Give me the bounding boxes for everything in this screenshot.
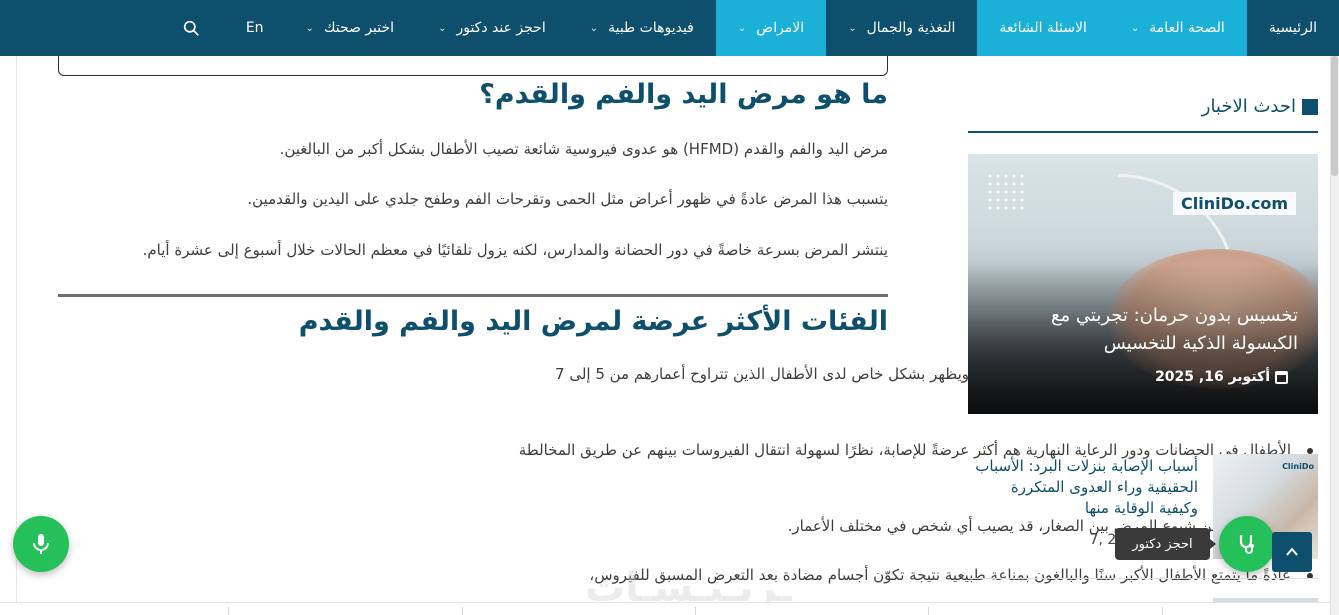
nav-item-medical-videos[interactable]: فيديوهات طبية ⌄: [568, 0, 716, 56]
sidebar-title-text: احدث الاخبار: [1201, 96, 1296, 117]
nav-item-test-health[interactable]: اختبر صحتك ⌄: [284, 0, 417, 56]
toolbar-divider: [695, 607, 696, 615]
article-paragraph: مرض اليد والفم والقدم (HFMD) هو عدوى فير…: [279, 140, 888, 158]
toolbar-divider: [462, 607, 463, 615]
nav-item-diseases[interactable]: الامراض ⌄: [715, 0, 827, 56]
chevron-down-icon: ⌄: [589, 22, 599, 34]
article-paragraph: ينتشر المرض بسرعة خاصةً في دور الحضانة و…: [142, 241, 888, 259]
featured-news-card[interactable]: CliniDo.com تخسيس بدون حرمان: تجربتي مع …: [968, 154, 1318, 414]
chevron-down-icon: ⌄: [438, 22, 447, 34]
nav-item-book-doctor[interactable]: احجز عند دكتور ⌄: [416, 0, 568, 56]
nav-item-label: الاسئلة الشائعة: [999, 20, 1087, 36]
scroll-to-top-button[interactable]: [1272, 532, 1312, 572]
chevron-down-icon: ⌄: [305, 22, 314, 34]
article-heading-what-is: ما هو مرض اليد والفم والقدم؟: [479, 79, 888, 110]
sidebar-title: احدث الاخبار: [1202, 96, 1318, 117]
nav-item-label: الرئيسية: [1268, 20, 1317, 36]
book-doctor-tooltip: احجز دكتور: [1115, 528, 1216, 560]
language-switch[interactable]: En: [226, 0, 284, 56]
bottom-toolbar: [0, 602, 1330, 615]
search-button[interactable]: [163, 0, 226, 56]
nav-item-home[interactable]: الرئيسية: [1247, 0, 1339, 56]
stethoscope-icon: [1239, 535, 1254, 554]
previous-box-edge: [58, 56, 888, 76]
calendar-icon: [1275, 370, 1288, 384]
nav-item-label: فيديوهات طبية: [608, 20, 694, 36]
thumb-logo: CliniDo: [1282, 462, 1314, 471]
search-icon: [183, 20, 199, 36]
toolbar-divider: [1162, 607, 1163, 615]
microphone-icon: [33, 534, 49, 554]
nav-item-faq[interactable]: الاسئلة الشائعة: [977, 0, 1109, 56]
language-label: En: [245, 20, 264, 36]
scrollbar-thumb[interactable]: [1331, 56, 1338, 176]
article-heading-risk-groups: الفئات الأكثر عرضة لمرض اليد والفم والقد…: [298, 306, 888, 337]
nav-item-label: الصحة العامة: [1149, 20, 1225, 36]
date-text: أكتوبر 16, 2025: [1155, 369, 1270, 385]
nav-item-label: التغذية والجمال: [866, 20, 956, 36]
featured-news-title[interactable]: تخسيس بدون حرمان: تجربتي مع الكبسولة الذ…: [998, 302, 1298, 358]
chevron-up-icon: [1286, 547, 1298, 556]
news-title[interactable]: أسباب الإصابة بنزلات البرد: الأسباب الحق…: [968, 456, 1198, 519]
sidebar-title-underline: [968, 131, 1318, 133]
toolbar-divider: [228, 607, 229, 615]
nav-item-label: احجز عند دكتور: [456, 20, 546, 36]
nav-item-general-health[interactable]: الصحة العامة ⌄: [1108, 0, 1247, 56]
chevron-down-icon: ⌄: [1130, 22, 1140, 34]
page-scrollbar[interactable]: [1330, 56, 1339, 615]
voice-search-button[interactable]: [13, 516, 69, 572]
nav-item-label: اختبر صحتك: [323, 20, 395, 36]
section-divider: [58, 294, 888, 297]
chevron-down-icon: ⌄: [737, 22, 747, 34]
sidebar-separator: [968, 578, 1318, 579]
square-icon: [1302, 98, 1318, 115]
clinido-logo: CliniDo.com: [1173, 192, 1297, 215]
article-paragraph: يتسبب هذا المرض عادةً في ظهور أعراض مثل …: [247, 190, 888, 208]
nav-item-nutrition-beauty[interactable]: التغذية والجمال ⌄: [826, 0, 977, 56]
chevron-down-icon: ⌄: [848, 22, 857, 34]
dots-pattern: [986, 172, 1026, 212]
nav-item-label: الامراض: [756, 20, 805, 36]
logo-text: CliniDo.com: [1181, 194, 1289, 213]
toolbar-divider: [928, 607, 929, 615]
featured-news-date: أكتوبر 16, 2025: [1155, 369, 1288, 385]
book-doctor-button[interactable]: [1219, 516, 1275, 572]
main-navbar: الرئيسية الصحة العامة ⌄ الاسئلة الشائعة …: [0, 0, 1339, 56]
